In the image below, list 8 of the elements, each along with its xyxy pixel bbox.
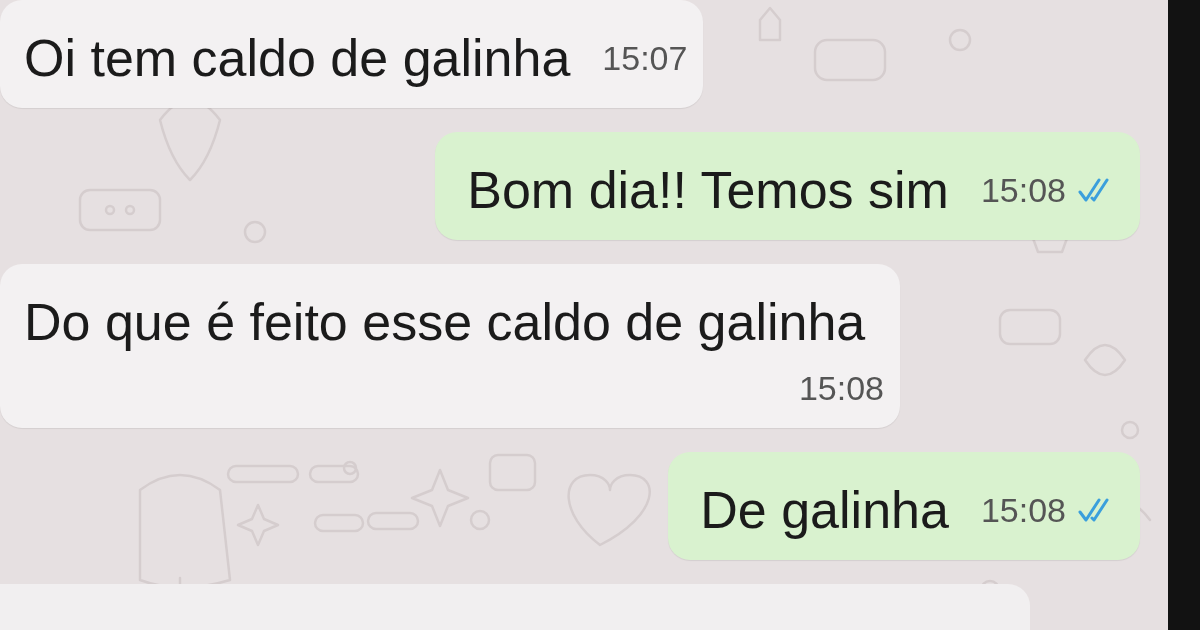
message-text: Oi tem caldo de galinha [24,28,571,88]
message-time: 15:08 [798,368,884,408]
message-time: 15:08 [980,490,1066,530]
message-text: De galinha [700,480,949,540]
message-time: 15:08 [980,170,1066,210]
message-text: Bom dia!! Temos sim [467,160,949,220]
message-text: Do que é feito esse caldo de galinha [24,292,866,352]
message-time: 15:07 [602,38,688,78]
